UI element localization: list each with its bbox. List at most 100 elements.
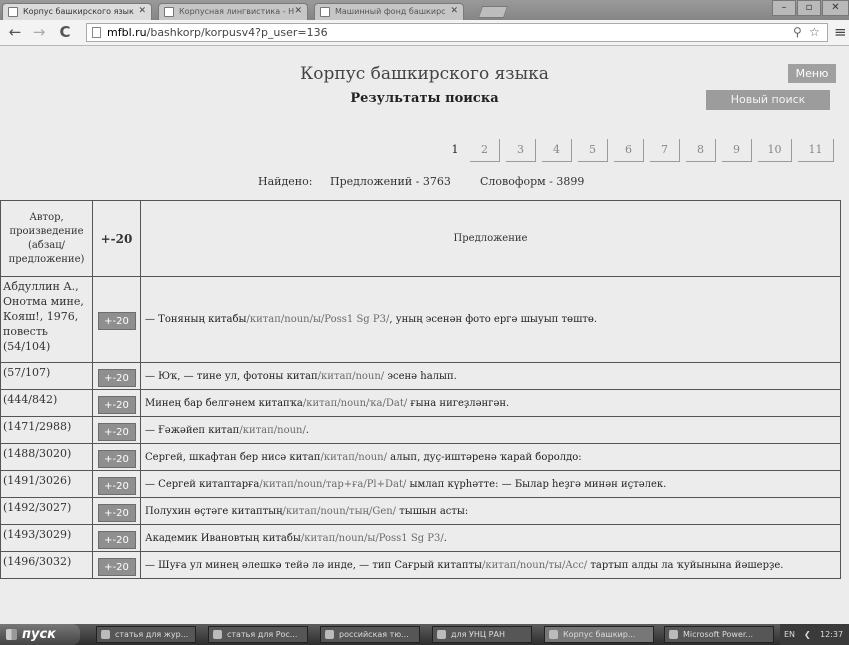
sentence-text: — Ғәжәйеп <box>145 424 209 436</box>
sentence-cell: — Ғәжәйеп китап/китап/noun/. <box>140 416 841 444</box>
sentence-text: алып, дуҫ-иштәренә ҡарай боролдо: <box>386 451 582 463</box>
close-icon[interactable]: ✕ <box>294 4 302 19</box>
taskbar-item-label: статья для жур... <box>115 630 189 639</box>
context-cell: +-20 <box>92 443 141 471</box>
close-icon[interactable]: ✕ <box>450 4 458 19</box>
sentence-text: Полухин өҫтәге <box>145 505 232 517</box>
browser-menu-icon[interactable]: ≡ <box>834 23 847 41</box>
context-cell: +-20 <box>92 389 141 417</box>
language-indicator[interactable]: EN <box>784 624 795 645</box>
tab-title: Машинный фонд башкирс <box>335 7 446 16</box>
matched-word: китап <box>286 370 318 382</box>
clock: 12:37 <box>820 630 844 639</box>
morph-gloss: /китап/noun/тың/Gen/ <box>282 505 397 517</box>
sentence-cell: — Сергей китаптарға/китап/noun/тар+ға/Pl… <box>140 470 841 498</box>
morph-gloss: /китап/noun/ <box>320 451 387 463</box>
tab-title: Корпус башкирского язык <box>23 7 134 16</box>
taskbar-item-active[interactable]: Корпус башкир... <box>544 626 654 643</box>
context-cell: +-20 <box>92 276 141 363</box>
close-icon[interactable]: ✕ <box>138 4 146 19</box>
table-row: (1493/3029) +-20 Академик Ивановтың китабы… <box>0 524 841 552</box>
sentence-cell: — Юҡ, — тине ул, фотоны китап/китап/noun… <box>140 362 841 390</box>
row-source-ref: (1492/3027) <box>0 497 93 525</box>
minimize-window-icon[interactable]: – <box>772 0 796 16</box>
context-button[interactable]: +-20 <box>97 449 136 468</box>
page-link[interactable]: 8 <box>686 139 716 162</box>
taskbar-item[interactable]: Microsoft Power... <box>664 626 774 643</box>
page-link[interactable]: 7 <box>650 139 680 162</box>
context-button[interactable]: +-20 <box>97 503 136 522</box>
forward-arrow-icon[interactable]: → <box>30 23 48 41</box>
row-source-ref: (1488/3020) <box>0 443 93 471</box>
context-button[interactable]: +-20 <box>97 530 136 549</box>
sentence-text: — Тоняның <box>145 314 209 325</box>
folder-icon <box>325 630 334 639</box>
page-link[interactable]: 11 <box>798 139 834 162</box>
browser-tab[interactable]: Машинный фонд башкирс ✕ <box>314 3 464 20</box>
taskbar-item[interactable]: статья для жур... <box>96 626 196 643</box>
context-button[interactable]: +-20 <box>97 368 136 387</box>
page-link[interactable]: 2 <box>470 139 500 162</box>
start-label: пуск <box>22 627 56 642</box>
maximize-window-icon[interactable]: ▫ <box>797 0 821 16</box>
sentence-cell: Сергей, шкафтан бер нисә китап/китап/nou… <box>140 443 841 471</box>
row-source-ref: Абдуллин А., Онотма мине, Кояш!, 1976, п… <box>0 276 93 363</box>
sentence-text: тартып алды ла ҡуйынына йәшерҙе. <box>587 559 784 571</box>
start-button[interactable]: пуск <box>0 624 80 645</box>
folder-icon <box>437 630 446 639</box>
matched-word: китабы <box>208 314 247 325</box>
tab-title: Корпусная лингвистика - Н <box>179 7 295 16</box>
context-button[interactable]: +-20 <box>97 312 136 330</box>
page-link[interactable]: 6 <box>614 139 644 162</box>
sentence-text: Академик Ивановтың <box>145 532 263 544</box>
page-link[interactable]: 3 <box>506 139 536 162</box>
page-icon <box>92 27 101 38</box>
context-button[interactable]: +-20 <box>97 395 136 414</box>
bookmark-star-icon[interactable]: ☆ <box>809 25 820 39</box>
page-link[interactable]: 9 <box>722 139 752 162</box>
context-button[interactable]: +-20 <box>97 476 136 495</box>
context-cell: +-20 <box>92 551 141 579</box>
matched-word: китаптарға <box>199 478 260 490</box>
taskbar-item[interactable]: российская тю... <box>320 626 420 643</box>
row-source-ref: (1493/3029) <box>0 524 93 552</box>
browser-toolbar: ← → C mfbl.ru/bashkorp/korpusv4?p_user=1… <box>0 20 849 46</box>
matched-word: китап <box>289 451 321 463</box>
table-row: (444/842) +-20 Минең бар белгәнем китапҡа/… <box>0 389 841 417</box>
taskbar-item[interactable]: для УНЦ РАН <box>432 626 532 643</box>
browser-icon <box>549 630 558 639</box>
close-window-icon[interactable]: ✕ <box>822 0 849 16</box>
results-table: Автор, произведение (абзац/ предложение)… <box>0 200 841 579</box>
taskbar-item-label: Microsoft Power... <box>683 630 754 639</box>
page-favicon-icon <box>164 7 174 17</box>
sentence-text: тышын асты: <box>396 505 469 517</box>
context-button[interactable]: +-20 <box>97 422 136 441</box>
taskbar-item-label: Корпус башкир... <box>563 630 636 639</box>
page-link[interactable]: 4 <box>542 139 572 162</box>
matched-word: китабы <box>262 532 301 544</box>
page-link[interactable]: 10 <box>758 139 792 162</box>
sentence-cell: — Тоняның китабы/китап/noun/ы/Poss1 Sg P… <box>140 276 841 363</box>
url-host: mfbl.ru <box>107 26 147 39</box>
tray-arrow-icon[interactable]: ❮ <box>804 624 811 645</box>
sentence-text: ымлап күрһәтте: — Былар һеҙгә минән иҫтә… <box>406 478 667 490</box>
taskbar-item[interactable]: статья для Рос... <box>208 626 308 643</box>
menu-button[interactable]: Меню <box>788 64 836 83</box>
table-header-row: Автор, произведение (абзац/ предложение)… <box>0 200 841 277</box>
row-source-ref: (57/107) <box>0 362 93 390</box>
reload-icon[interactable]: C <box>56 23 74 41</box>
table-row: (1491/3026) +-20— Сергей китаптарға/китап… <box>0 470 841 498</box>
context-button[interactable]: +-20 <box>97 557 136 576</box>
zoom-icon[interactable]: ⚲ <box>793 25 802 39</box>
browser-tab[interactable]: Корпусная лингвистика - Н ✕ <box>158 3 308 20</box>
taskbar-item-label: российская тю... <box>339 630 409 639</box>
matched-word: китапҡа <box>258 397 303 409</box>
new-search-button[interactable]: Новый поиск <box>706 90 830 110</box>
morph-gloss: /китап/noun/ҡа/Dat/ <box>302 397 408 409</box>
new-tab-button[interactable] <box>477 6 509 18</box>
browser-tab-active[interactable]: Корпус башкирского язык ✕ <box>2 3 152 20</box>
matched-word: китап <box>208 424 240 436</box>
page-link[interactable]: 5 <box>578 139 608 162</box>
address-bar[interactable]: mfbl.ru/bashkorp/korpusv4?p_user=136 ⚲ ☆ <box>86 23 828 42</box>
back-arrow-icon[interactable]: ← <box>6 23 24 41</box>
